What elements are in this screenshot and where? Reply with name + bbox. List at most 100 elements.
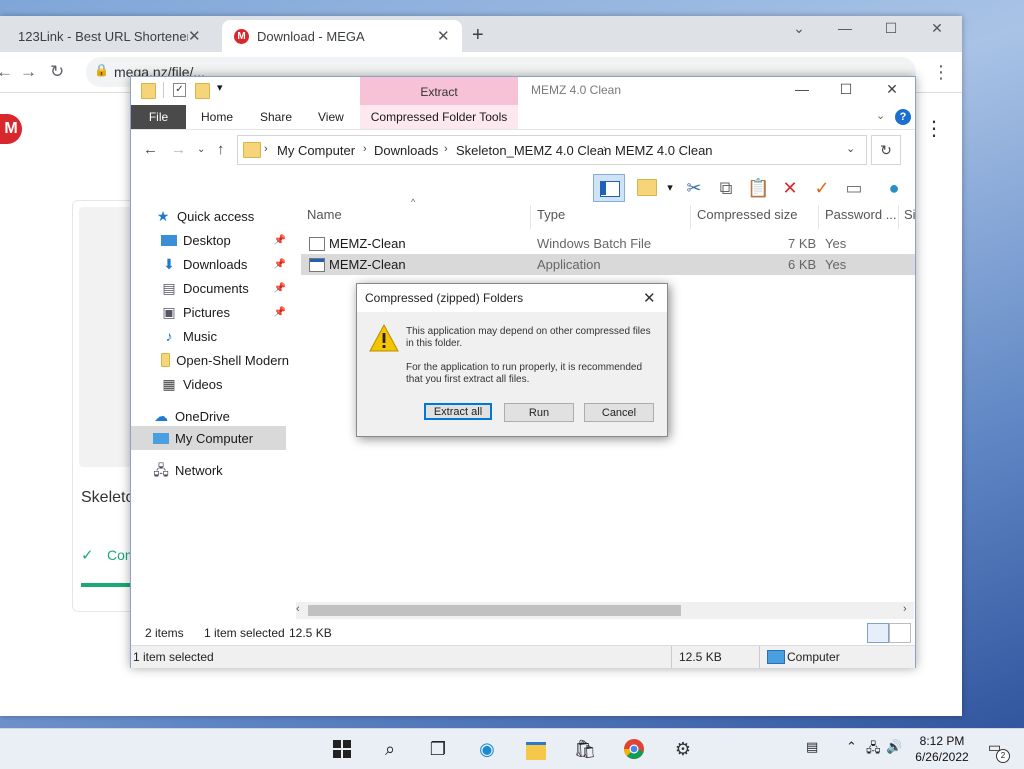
globe-icon[interactable]: ● xyxy=(883,177,905,199)
new-folder-dropdown-icon[interactable]: ▾ xyxy=(659,177,681,199)
minimize-button[interactable]: — xyxy=(822,20,868,36)
rename-icon[interactable]: ▭ xyxy=(843,177,865,199)
clock[interactable]: 8:12 PM 6/26/2022 xyxy=(902,733,982,765)
checkmark-icon[interactable]: ✓ xyxy=(811,177,833,199)
run-button[interactable]: Run xyxy=(504,403,574,422)
reload-button[interactable]: ↻ xyxy=(50,62,64,82)
breadcrumb-memz[interactable]: MEMZ 4.0 Clean xyxy=(615,143,713,158)
close-tab-icon[interactable]: ✕ xyxy=(188,27,201,45)
cut-icon[interactable]: ✂ xyxy=(683,177,705,199)
breadcrumb-skeleton[interactable]: Skeleton_MEMZ 4.0 Clean xyxy=(456,143,611,158)
tab-mega[interactable]: M Download - MEGA ✕ xyxy=(222,20,462,52)
file-row-batch[interactable]: MEMZ-Clean Windows Batch File 7 KB Yes xyxy=(301,233,915,254)
scroll-left-icon[interactable]: ‹ xyxy=(296,603,300,615)
tab-compressed-folder-tools[interactable]: Compressed Folder Tools xyxy=(360,105,518,129)
properties-icon[interactable]: ✓ xyxy=(173,83,186,97)
close-button[interactable]: ✕ xyxy=(914,20,960,37)
nav-music[interactable]: ♪ Music xyxy=(161,325,217,347)
explorer-close-button[interactable]: ✕ xyxy=(869,81,915,98)
tab-search-icon[interactable]: ⌄ xyxy=(776,20,822,37)
explorer-address-bar[interactable]: › My Computer › Downloads › Skeleton_MEM… xyxy=(237,135,867,165)
forward-arrow-icon[interactable]: → xyxy=(171,141,186,158)
chrome-icon[interactable] xyxy=(622,737,646,761)
back-arrow-icon[interactable]: ← xyxy=(143,141,158,158)
window-title: MEMZ 4.0 Clean xyxy=(531,83,622,97)
settings-gear-icon[interactable]: ⚙ xyxy=(671,737,695,761)
chevron-up-icon[interactable]: ⌃ xyxy=(846,739,857,755)
nav-desktop[interactable]: Desktop 📌 xyxy=(161,229,296,251)
new-tab-button[interactable]: + xyxy=(472,24,484,47)
cancel-button[interactable]: Cancel xyxy=(584,403,654,422)
application-icon xyxy=(309,258,325,272)
nav-onedrive[interactable]: ☁ OneDrive xyxy=(153,405,230,427)
close-tab-icon[interactable]: ✕ xyxy=(437,27,450,45)
nav-documents[interactable]: ▤ Documents 📌 xyxy=(161,277,296,299)
compressed-folders-dialog: Compressed (zipped) Folders ✕ This appli… xyxy=(356,283,668,437)
check-icon: ✓ xyxy=(81,547,94,564)
column-password[interactable]: Password ... xyxy=(825,207,897,222)
nav-open-shell[interactable]: Open-Shell Modern xyxy=(161,349,289,371)
new-folder-icon[interactable] xyxy=(637,179,657,196)
tray-app-icon[interactable]: ▤ xyxy=(806,739,818,755)
file-explorer-icon[interactable] xyxy=(524,737,548,761)
tab-view[interactable]: View xyxy=(318,110,344,124)
start-button[interactable] xyxy=(330,737,354,761)
column-name[interactable]: Name xyxy=(307,207,342,222)
delete-icon[interactable]: ✕ xyxy=(779,177,801,199)
status-selected: 1 item selected xyxy=(133,650,214,664)
quick-access-dropdown-icon[interactable]: ▾ xyxy=(217,81,223,94)
browser-menu-icon[interactable]: ⋮ xyxy=(932,62,950,83)
copy-icon[interactable]: ⧉ xyxy=(715,177,737,199)
recent-locations-icon[interactable]: ⌄ xyxy=(197,144,205,155)
breadcrumb-downloads[interactable]: Downloads xyxy=(374,143,438,158)
file-size: 7 KB xyxy=(788,236,817,251)
file-row-application[interactable]: MEMZ-Clean Application 6 KB Yes xyxy=(301,254,915,275)
navigation-pane-button[interactable] xyxy=(593,174,625,202)
horizontal-scrollbar[interactable]: ‹ › xyxy=(296,602,914,619)
column-size[interactable]: Si xyxy=(904,207,916,222)
help-icon[interactable]: ? xyxy=(895,109,911,125)
nav-pictures[interactable]: ▣ Pictures 📌 xyxy=(161,301,296,323)
tab-share[interactable]: Share xyxy=(260,110,292,124)
mega-logo[interactable]: M xyxy=(0,114,22,144)
breadcrumb-my-computer[interactable]: My Computer xyxy=(277,143,355,158)
nav-my-computer[interactable]: My Computer xyxy=(131,426,286,450)
column-compressed-size[interactable]: Compressed size xyxy=(697,207,797,222)
scroll-right-icon[interactable]: › xyxy=(903,603,907,615)
explorer-minimize-button[interactable]: — xyxy=(779,81,825,97)
dialog-close-icon[interactable]: ✕ xyxy=(643,289,656,307)
nav-quick-access[interactable]: ★ Quick access xyxy=(155,205,255,227)
task-view-icon[interactable]: ❐ xyxy=(426,737,450,761)
edge-icon[interactable]: ◉ xyxy=(475,737,499,761)
search-icon[interactable]: ⌕ xyxy=(378,737,402,761)
explorer-maximize-button[interactable]: ☐ xyxy=(823,81,869,98)
scrollbar-thumb[interactable] xyxy=(308,605,681,616)
network-tray-icon[interactable]: 🖧 xyxy=(866,739,881,761)
nav-network[interactable]: 🖧 Network xyxy=(153,459,223,481)
extract-all-button[interactable]: Extract all xyxy=(424,403,492,420)
address-dropdown-icon[interactable]: ⌄ xyxy=(846,142,855,155)
maximize-button[interactable]: ☐ xyxy=(868,20,914,37)
tab-123link[interactable]: 123Link - Best URL Shortener To ✕ xyxy=(0,20,220,52)
refresh-button[interactable]: ↻ xyxy=(871,135,901,165)
tab-home[interactable]: Home xyxy=(201,110,233,124)
page-menu-icon[interactable]: ⋮ xyxy=(924,116,944,141)
status-size: 12.5 KB xyxy=(679,650,722,664)
back-button[interactable]: ← xyxy=(0,62,13,82)
file-name: MEMZ-Clean xyxy=(329,257,406,272)
nav-videos[interactable]: ▦ Videos xyxy=(161,373,222,395)
large-icons-view-icon[interactable] xyxy=(889,623,911,643)
store-icon[interactable]: 🛍 xyxy=(573,737,597,761)
nav-downloads[interactable]: ⬇ Downloads 📌 xyxy=(161,253,296,275)
column-type[interactable]: Type xyxy=(537,207,565,222)
notification-count: 2 xyxy=(996,749,1010,763)
forward-button[interactable]: → xyxy=(20,62,37,82)
new-folder-icon[interactable] xyxy=(195,83,210,99)
tab-file[interactable]: File xyxy=(131,105,186,129)
details-view-icon[interactable] xyxy=(867,623,889,643)
clock-time: 8:12 PM xyxy=(919,734,965,748)
up-arrow-icon[interactable]: ↑ xyxy=(217,141,225,158)
ribbon-expand-icon[interactable]: ⌄ xyxy=(876,109,885,122)
volume-icon[interactable]: 🔊 xyxy=(886,739,902,755)
paste-icon[interactable]: 📋 xyxy=(747,177,769,199)
